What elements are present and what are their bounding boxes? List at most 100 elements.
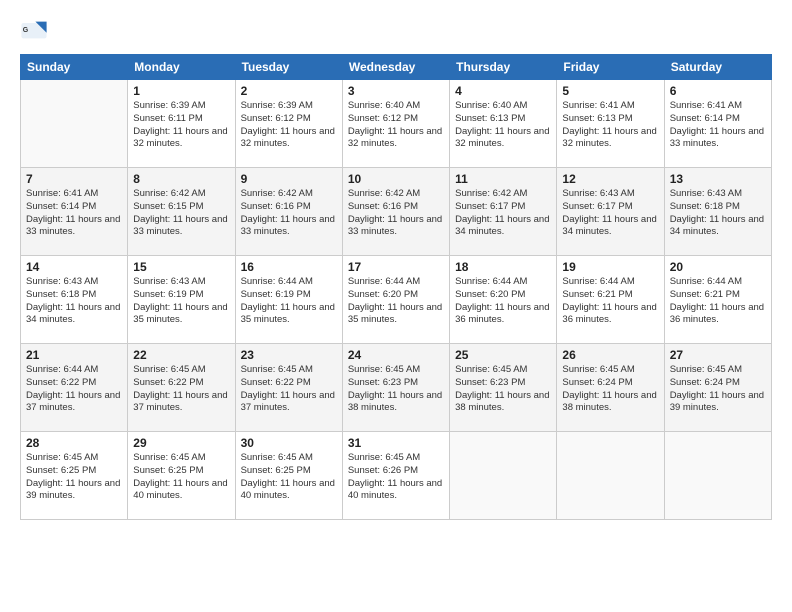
calendar-cell: 20Sunrise: 6:44 AM Sunset: 6:21 PM Dayli… (664, 256, 771, 344)
header: G (20, 16, 772, 44)
day-number: 20 (670, 260, 766, 274)
day-info: Sunrise: 6:44 AM Sunset: 6:21 PM Dayligh… (562, 276, 658, 327)
calendar-cell: 25 Sunrise: 6:45 AM Sunset: 6:23 PM Dayli… (450, 344, 557, 432)
day-number: 13 (670, 172, 766, 186)
calendar-cell: 26 Sunrise: 6:45 AM Sunset: 6:24 PM Dayli… (557, 344, 664, 432)
day-info: Sunrise: 6:41 AM Sunset: 6:14 PM Dayligh… (670, 100, 766, 151)
calendar-cell (664, 432, 771, 520)
calendar-cell: 12 Sunrise: 6:43 AM Sunset: 6:17 PM Dayli… (557, 168, 664, 256)
calendar-header-row: SundayMondayTuesdayWednesdayThursdayFrid… (21, 55, 772, 80)
day-number: 21 (26, 348, 122, 362)
day-info: Sunrise: 6:45 AM Sunset: 6:24 PM Dayligh… (670, 364, 766, 415)
calendar-cell: 17 Sunrise: 6:44 AM Sunset: 6:20 PM Dayli… (342, 256, 449, 344)
calendar-cell: 11 Sunrise: 6:42 AM Sunset: 6:17 PM Dayli… (450, 168, 557, 256)
calendar-cell: 5 Sunrise: 6:41 AM Sunset: 6:13 PM Daylig… (557, 80, 664, 168)
day-info: Sunrise: 6:43 AM Sunset: 6:18 PM Dayligh… (670, 188, 766, 239)
calendar-cell: 16Sunrise: 6:44 AM Sunset: 6:19 PM Dayli… (235, 256, 342, 344)
calendar-cell: 14 Sunrise: 6:43 AM Sunset: 6:18 PM Dayli… (21, 256, 128, 344)
day-info: Sunrise: 6:42 AM Sunset: 6:16 PM Dayligh… (241, 188, 337, 239)
day-info: Sunrise: 6:43 AM Sunset: 6:17 PM Dayligh… (562, 188, 658, 239)
weekday-header: Wednesday (342, 55, 449, 80)
calendar-cell: 24 Sunrise: 6:45 AM Sunset: 6:23 PM Dayli… (342, 344, 449, 432)
day-number: 24 (348, 348, 444, 362)
weekday-header: Thursday (450, 55, 557, 80)
day-info: Sunrise: 6:44 AM Sunset: 6:20 PM Dayligh… (455, 276, 551, 327)
day-info: Sunrise: 6:41 AM Sunset: 6:13 PM Dayligh… (562, 100, 658, 151)
day-info: Sunrise: 6:42 AM Sunset: 6:15 PM Dayligh… (133, 188, 229, 239)
calendar-week-row: 21 Sunrise: 6:44 AM Sunset: 6:22 PM Dayli… (21, 344, 772, 432)
day-number: 31 (348, 436, 444, 450)
day-number: 10 (348, 172, 444, 186)
calendar-cell: 19 Sunrise: 6:44 AM Sunset: 6:21 PM Dayli… (557, 256, 664, 344)
day-number: 5 (562, 84, 658, 98)
day-number: 18 (455, 260, 551, 274)
day-info: Sunrise: 6:45 AM Sunset: 6:23 PM Dayligh… (455, 364, 551, 415)
calendar-cell (557, 432, 664, 520)
day-number: 1 (133, 84, 229, 98)
calendar-table: SundayMondayTuesdayWednesdayThursdayFrid… (20, 54, 772, 520)
day-number: 17 (348, 260, 444, 274)
day-number: 11 (455, 172, 551, 186)
day-info: Sunrise: 6:45 AM Sunset: 6:25 PM Dayligh… (133, 452, 229, 503)
day-number: 28 (26, 436, 122, 450)
day-info: Sunrise: 6:45 AM Sunset: 6:22 PM Dayligh… (241, 364, 337, 415)
calendar-cell: 8Sunrise: 6:42 AM Sunset: 6:15 PM Daylig… (128, 168, 235, 256)
calendar-cell: 15Sunrise: 6:43 AM Sunset: 6:19 PM Dayli… (128, 256, 235, 344)
logo: G (20, 16, 52, 44)
day-info: Sunrise: 6:44 AM Sunset: 6:19 PM Dayligh… (241, 276, 337, 327)
day-number: 30 (241, 436, 337, 450)
calendar-cell: 18 Sunrise: 6:44 AM Sunset: 6:20 PM Dayli… (450, 256, 557, 344)
day-info: Sunrise: 6:45 AM Sunset: 6:26 PM Dayligh… (348, 452, 444, 503)
day-number: 29 (133, 436, 229, 450)
page: G SundayMondayTuesdayWednesdayThursdayFr… (0, 0, 792, 612)
calendar-cell: 4 Sunrise: 6:40 AM Sunset: 6:13 PM Daylig… (450, 80, 557, 168)
day-info: Sunrise: 6:45 AM Sunset: 6:25 PM Dayligh… (241, 452, 337, 503)
calendar-week-row: 7Sunrise: 6:41 AM Sunset: 6:14 PM Daylig… (21, 168, 772, 256)
calendar-cell: 1Sunrise: 6:39 AM Sunset: 6:11 PM Daylig… (128, 80, 235, 168)
calendar-week-row: 28 Sunrise: 6:45 AM Sunset: 6:25 PM Dayli… (21, 432, 772, 520)
day-number: 6 (670, 84, 766, 98)
calendar-cell (450, 432, 557, 520)
day-info: Sunrise: 6:45 AM Sunset: 6:25 PM Dayligh… (26, 452, 122, 503)
calendar-cell: 10Sunrise: 6:42 AM Sunset: 6:16 PM Dayli… (342, 168, 449, 256)
calendar-week-row: 14 Sunrise: 6:43 AM Sunset: 6:18 PM Dayli… (21, 256, 772, 344)
day-info: Sunrise: 6:40 AM Sunset: 6:13 PM Dayligh… (455, 100, 551, 151)
day-info: Sunrise: 6:43 AM Sunset: 6:18 PM Dayligh… (26, 276, 122, 327)
calendar-cell: 28 Sunrise: 6:45 AM Sunset: 6:25 PM Dayli… (21, 432, 128, 520)
day-info: Sunrise: 6:45 AM Sunset: 6:24 PM Dayligh… (562, 364, 658, 415)
day-info: Sunrise: 6:43 AM Sunset: 6:19 PM Dayligh… (133, 276, 229, 327)
day-number: 12 (562, 172, 658, 186)
day-info: Sunrise: 6:44 AM Sunset: 6:20 PM Dayligh… (348, 276, 444, 327)
day-info: Sunrise: 6:42 AM Sunset: 6:17 PM Dayligh… (455, 188, 551, 239)
day-number: 19 (562, 260, 658, 274)
day-info: Sunrise: 6:39 AM Sunset: 6:12 PM Dayligh… (241, 100, 337, 151)
day-number: 26 (562, 348, 658, 362)
day-number: 9 (241, 172, 337, 186)
calendar-cell: 22Sunrise: 6:45 AM Sunset: 6:22 PM Dayli… (128, 344, 235, 432)
calendar-cell: 23 Sunrise: 6:45 AM Sunset: 6:22 PM Dayli… (235, 344, 342, 432)
day-number: 25 (455, 348, 551, 362)
day-info: Sunrise: 6:40 AM Sunset: 6:12 PM Dayligh… (348, 100, 444, 151)
svg-text:G: G (23, 27, 29, 34)
calendar-cell: 7Sunrise: 6:41 AM Sunset: 6:14 PM Daylig… (21, 168, 128, 256)
calendar-cell: 3 Sunrise: 6:40 AM Sunset: 6:12 PM Daylig… (342, 80, 449, 168)
day-info: Sunrise: 6:45 AM Sunset: 6:22 PM Dayligh… (133, 364, 229, 415)
day-number: 14 (26, 260, 122, 274)
calendar-cell (21, 80, 128, 168)
calendar-cell: 6 Sunrise: 6:41 AM Sunset: 6:14 PM Daylig… (664, 80, 771, 168)
calendar-cell: 27Sunrise: 6:45 AM Sunset: 6:24 PM Dayli… (664, 344, 771, 432)
day-info: Sunrise: 6:44 AM Sunset: 6:22 PM Dayligh… (26, 364, 122, 415)
day-number: 2 (241, 84, 337, 98)
day-number: 23 (241, 348, 337, 362)
day-number: 7 (26, 172, 122, 186)
day-info: Sunrise: 6:45 AM Sunset: 6:23 PM Dayligh… (348, 364, 444, 415)
calendar-week-row: 1Sunrise: 6:39 AM Sunset: 6:11 PM Daylig… (21, 80, 772, 168)
day-number: 4 (455, 84, 551, 98)
day-number: 3 (348, 84, 444, 98)
calendar-cell: 31 Sunrise: 6:45 AM Sunset: 6:26 PM Dayli… (342, 432, 449, 520)
weekday-header: Friday (557, 55, 664, 80)
calendar-cell: 21 Sunrise: 6:44 AM Sunset: 6:22 PM Dayli… (21, 344, 128, 432)
calendar-cell: 29 Sunrise: 6:45 AM Sunset: 6:25 PM Dayli… (128, 432, 235, 520)
weekday-header: Monday (128, 55, 235, 80)
logo-icon: G (20, 16, 48, 44)
